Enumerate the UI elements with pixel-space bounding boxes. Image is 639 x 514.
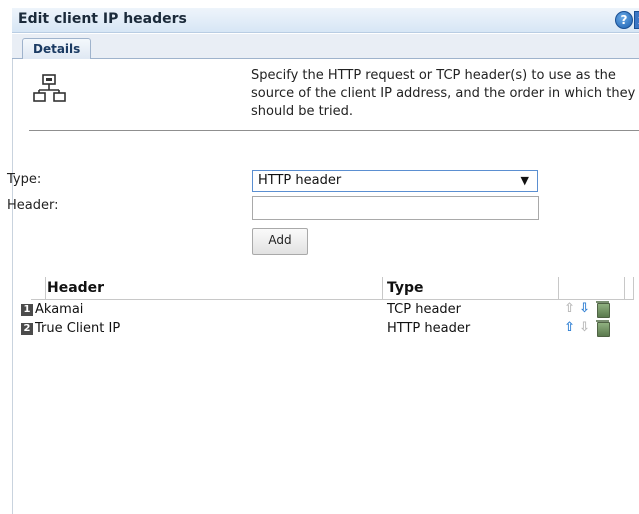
move-down-icon: ⇩ (579, 320, 590, 335)
column-separator (45, 277, 46, 299)
row-header: Akamai (35, 302, 84, 317)
help-icon[interactable]: ? (615, 11, 633, 29)
row-number: 1 (21, 304, 33, 316)
tab-details[interactable]: Details (22, 38, 92, 59)
table-header: Header Type (31, 277, 634, 300)
table-row[interactable]: 1 Akamai TCP header ⇧ ⇩ (13, 301, 625, 320)
network-icon (33, 74, 66, 102)
row-header: True Client IP (35, 321, 121, 336)
move-down-icon[interactable]: ⇩ (579, 302, 590, 316)
column-header-type[interactable]: Type (387, 280, 424, 296)
table-row[interactable]: 2 True Client IP HTTP header ⇧ ⇩ (13, 320, 625, 339)
column-separator (633, 277, 634, 299)
move-up-icon: ⇧ (564, 301, 575, 316)
type-label: Type: (7, 172, 42, 187)
header-label: Header: (7, 198, 59, 213)
row-number: 2 (21, 323, 33, 335)
row-type: HTTP header (387, 321, 471, 336)
tab-bar: Details (12, 34, 639, 59)
details-description: Specify the HTTP request or TCP header(s… (251, 68, 636, 119)
chevron-down-icon: ▼ (520, 174, 529, 187)
delete-icon[interactable] (596, 320, 610, 337)
dialog-titlebar: Edit client IP headers ? x (12, 8, 639, 33)
divider (29, 130, 639, 131)
close-icon[interactable]: x (634, 11, 639, 29)
move-up-icon[interactable]: ⇧ (564, 321, 575, 335)
column-separator (624, 277, 625, 299)
add-button[interactable]: Add (252, 228, 308, 255)
dialog-title: Edit client IP headers (18, 11, 187, 27)
type-select[interactable]: HTTP header ▼ (252, 170, 538, 192)
column-separator (558, 277, 559, 299)
delete-icon[interactable] (596, 301, 610, 318)
header-input[interactable] (252, 196, 539, 220)
row-type: TCP header (387, 302, 462, 317)
column-separator (382, 277, 383, 299)
type-select-value: HTTP header (258, 173, 342, 188)
column-header-header[interactable]: Header (47, 280, 104, 296)
details-panel: Specify the HTTP request or TCP header(s… (7, 59, 639, 514)
